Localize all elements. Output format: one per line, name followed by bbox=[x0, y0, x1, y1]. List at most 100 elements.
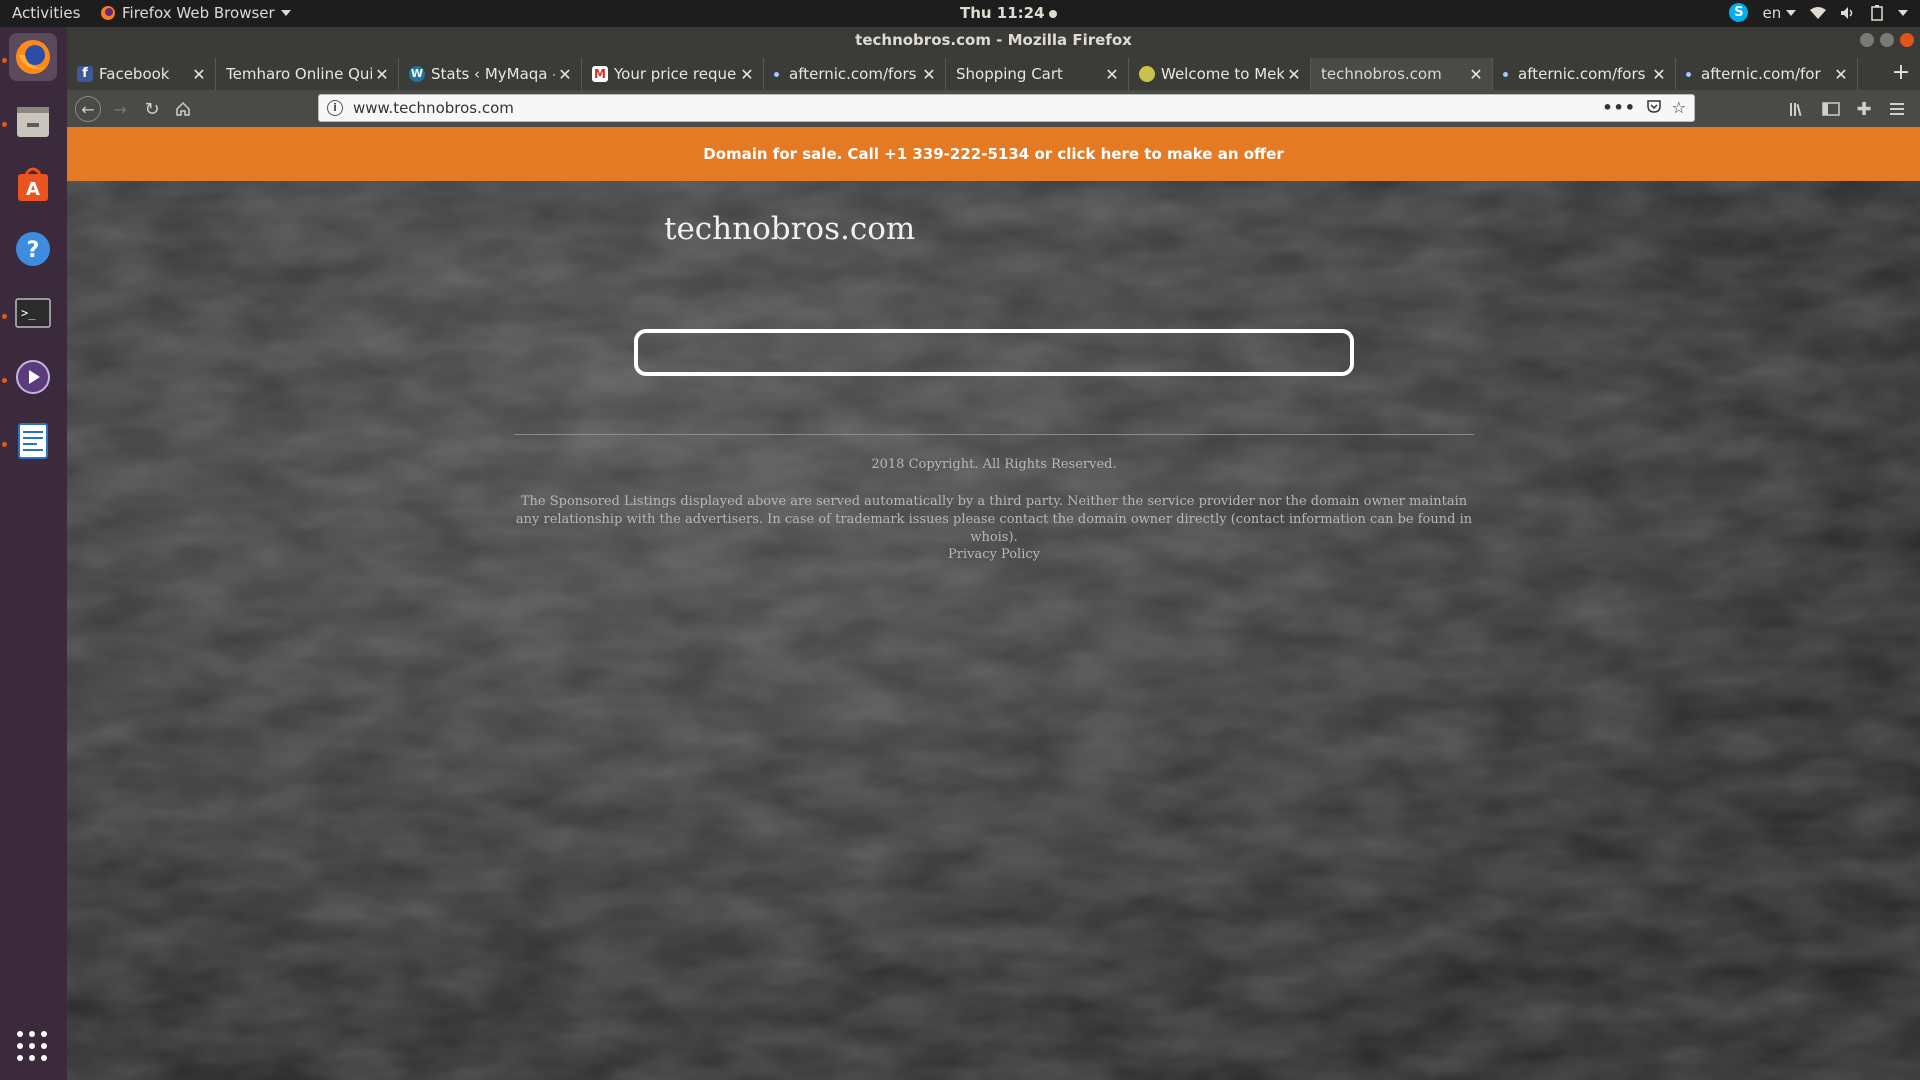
globe-icon bbox=[1139, 66, 1155, 82]
terminal-launcher-icon[interactable]: >_ bbox=[9, 289, 57, 337]
tab[interactable]: Shopping Cart ✕ bbox=[946, 58, 1129, 90]
firefox-launcher-icon[interactable] bbox=[9, 33, 57, 81]
back-arrow-icon[interactable]: ← bbox=[75, 96, 101, 122]
close-tab-icon[interactable]: ✕ bbox=[555, 65, 575, 84]
loading-indicator-icon bbox=[1503, 71, 1508, 77]
tab-label: Facebook bbox=[99, 65, 170, 83]
tab-label: technobros.com bbox=[1321, 65, 1442, 83]
site-title: technobros.com bbox=[664, 211, 916, 247]
extension-icon[interactable]: ✚ bbox=[1851, 96, 1877, 122]
tab[interactable]: Welcome to Meke ✕ bbox=[1129, 58, 1311, 90]
notification-dot-icon bbox=[1048, 9, 1057, 18]
reload-icon[interactable]: ↻ bbox=[139, 96, 165, 122]
close-tab-icon[interactable]: ✕ bbox=[189, 65, 209, 84]
running-indicator bbox=[2, 378, 7, 383]
skype-icon[interactable]: S bbox=[1729, 3, 1749, 22]
tab-label: Welcome to Meke bbox=[1161, 65, 1284, 83]
close-tab-icon[interactable]: ✕ bbox=[737, 65, 757, 84]
close-tab-icon[interactable]: ✕ bbox=[1102, 65, 1122, 84]
facebook-icon: f bbox=[77, 66, 93, 82]
page-actions-icon[interactable]: ••• bbox=[1602, 98, 1636, 117]
loading-indicator-icon bbox=[774, 71, 779, 77]
close-tab-icon[interactable]: ✕ bbox=[1649, 65, 1669, 84]
svg-text:?: ? bbox=[27, 238, 40, 263]
help-launcher-icon[interactable]: ? bbox=[9, 225, 57, 273]
chalkboard-background bbox=[67, 127, 1920, 1080]
hamburger-menu-icon[interactable] bbox=[1884, 96, 1910, 122]
home-icon[interactable] bbox=[170, 96, 196, 122]
tab-label: Your price request bbox=[614, 65, 737, 83]
language-label: en bbox=[1762, 3, 1782, 22]
url-text: www.technobros.com bbox=[353, 99, 514, 117]
tab-label: afternic.com/for bbox=[1701, 65, 1821, 83]
window-title: technobros.com - Mozilla Firefox bbox=[855, 31, 1132, 49]
tab-label: Stats ‹ MyMaqa — bbox=[431, 65, 555, 83]
close-tab-icon[interactable]: ✕ bbox=[919, 65, 939, 84]
close-tab-icon[interactable]: ✕ bbox=[1831, 65, 1851, 84]
tab[interactable]: Temharo Online Quiz ✕ bbox=[216, 58, 399, 90]
wifi-icon[interactable] bbox=[1810, 6, 1826, 20]
tab[interactable]: W Stats ‹ MyMaqa — ✕ bbox=[399, 58, 582, 90]
close-tab-icon[interactable]: ✕ bbox=[1284, 65, 1304, 84]
language-indicator[interactable]: en bbox=[1762, 4, 1796, 22]
minimize-button[interactable] bbox=[1860, 33, 1874, 47]
close-tab-icon[interactable]: ✕ bbox=[1466, 65, 1486, 84]
new-tab-button[interactable]: + bbox=[1885, 58, 1917, 90]
site-info-icon[interactable]: i bbox=[327, 100, 343, 116]
divider bbox=[514, 434, 1474, 435]
tab[interactable]: f Facebook ✕ bbox=[67, 58, 216, 90]
firefox-small-icon bbox=[101, 6, 115, 20]
running-indicator bbox=[2, 442, 7, 447]
navigation-toolbar: ← → ↻ i www.technobros.com ••• ☆ ✚ bbox=[67, 90, 1920, 127]
search-input[interactable] bbox=[634, 329, 1354, 376]
app-menu[interactable]: Firefox Web Browser bbox=[100, 4, 291, 22]
tab-label: Shopping Cart bbox=[956, 65, 1063, 83]
tab[interactable]: afternic.com/fors ✕ bbox=[1493, 58, 1676, 90]
tab-active[interactable]: technobros.com ✕ bbox=[1311, 58, 1493, 90]
running-indicator bbox=[2, 58, 7, 63]
writer-launcher-icon[interactable] bbox=[9, 417, 57, 465]
forward-arrow-icon[interactable]: → bbox=[107, 96, 133, 122]
privacy-policy-link[interactable]: Privacy Policy bbox=[514, 547, 1474, 562]
disclaimer-text: The Sponsored Listings displayed above a… bbox=[515, 494, 1473, 545]
media-player-launcher-icon[interactable] bbox=[9, 353, 57, 401]
software-center-launcher-icon[interactable]: A bbox=[9, 161, 57, 209]
close-window-button[interactable] bbox=[1900, 33, 1914, 47]
loading-indicator-icon bbox=[1686, 71, 1691, 77]
tab[interactable]: afternic.com/for ✕ bbox=[1676, 58, 1858, 90]
files-launcher-icon[interactable] bbox=[9, 97, 57, 145]
pocket-icon[interactable] bbox=[1646, 98, 1662, 118]
tab-label: afternic.com/fors bbox=[789, 65, 917, 83]
battery-icon[interactable] bbox=[1870, 4, 1884, 21]
bookmark-star-icon[interactable]: ☆ bbox=[1672, 98, 1686, 117]
copyright-text: 2018 Copyright. All Rights Reserved. bbox=[871, 457, 1117, 472]
sidebar-icon[interactable] bbox=[1818, 96, 1844, 122]
volume-icon[interactable] bbox=[1840, 6, 1856, 20]
banner-text: Domain for sale. Call +1 339-222-5134 or… bbox=[703, 145, 1284, 163]
page-content: Domain for sale. Call +1 339-222-5134 or… bbox=[67, 127, 1920, 1080]
tab[interactable]: M Your price request ✕ bbox=[582, 58, 764, 90]
running-indicator bbox=[2, 314, 7, 319]
window-controls bbox=[1860, 33, 1914, 47]
show-applications-icon[interactable] bbox=[17, 1031, 49, 1063]
tab[interactable]: afternic.com/fors ✕ bbox=[764, 58, 946, 90]
tab-strip: f Facebook ✕ Temharo Online Quiz ✕ W Sta… bbox=[67, 54, 1920, 90]
url-bar[interactable]: i www.technobros.com ••• ☆ bbox=[318, 94, 1695, 122]
chevron-down-icon bbox=[280, 10, 291, 16]
running-indicator bbox=[2, 122, 7, 127]
chevron-down-icon bbox=[1786, 10, 1796, 16]
gmail-icon: M bbox=[592, 66, 608, 82]
library-icon[interactable] bbox=[1785, 96, 1811, 122]
top-panel: Activities Firefox Web Browser Thu 11:24… bbox=[0, 0, 1920, 27]
activities-button[interactable]: Activities bbox=[12, 4, 80, 22]
launcher-dock: A ? >_ bbox=[0, 27, 67, 1080]
system-tray: S en bbox=[1729, 3, 1908, 22]
wordpress-icon: W bbox=[409, 66, 425, 82]
maximize-button[interactable] bbox=[1880, 33, 1894, 47]
svg-text:A: A bbox=[26, 179, 40, 200]
tab-label: Temharo Online Quiz bbox=[226, 65, 372, 83]
clock[interactable]: Thu 11:24 bbox=[960, 4, 1057, 22]
domain-sale-banner[interactable]: Domain for sale. Call +1 339-222-5134 or… bbox=[67, 127, 1920, 181]
chevron-down-icon[interactable] bbox=[1898, 9, 1908, 16]
close-tab-icon[interactable]: ✕ bbox=[372, 65, 392, 84]
